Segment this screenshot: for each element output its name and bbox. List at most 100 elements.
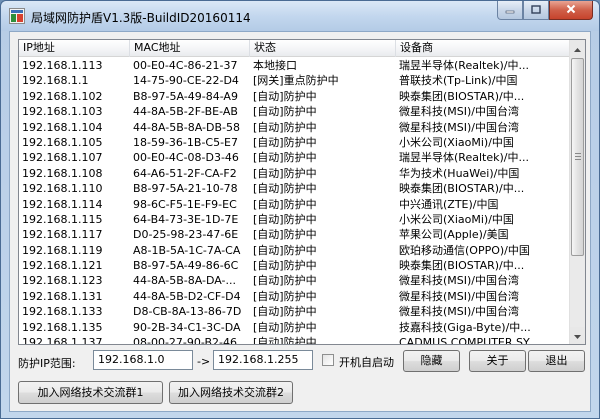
mac-cell: B8-97-5A-21-10-78 [133, 182, 238, 196]
status-cell: [自动]防护中 [253, 289, 317, 303]
scroll-up-button[interactable] [570, 40, 585, 57]
mac-cell: D0-25-98-23-47-6E [133, 228, 239, 242]
status-cell: 本地接口 [253, 59, 297, 72]
autostart-checkbox[interactable] [322, 354, 334, 366]
table-row[interactable]: 192.168.1.105 18-59-36-1B-C5-E7 [自动]防护中 小米公… [19, 135, 571, 150]
mac-cell: B8-97-5A-49-86-6C [133, 259, 239, 273]
vendor-cell: 微星科技(MSI)/中国台湾 [399, 120, 520, 134]
scroll-down-button[interactable] [570, 327, 585, 344]
join-group-1-button[interactable]: 加入网络技术交流群1 [18, 381, 163, 404]
device-list[interactable]: IP地址 MAC地址 状态 设备商 192.168.1.113 00-E0-4C-… [18, 39, 586, 345]
minimize-icon [505, 4, 515, 17]
about-button[interactable]: 关于 [469, 350, 526, 372]
shield-icon [9, 8, 25, 24]
status-cell: [网关]重点防护中 [253, 74, 339, 88]
join-group-2-button[interactable]: 加入网络技术交流群2 [169, 381, 293, 404]
app-window: 局域网防护盾V1.3版-BuildID20160114 IP地址 MAC地址 状… [0, 0, 600, 419]
table-row[interactable]: 192.168.1.117 D0-25-98-23-47-6E [自动]防护中 苹果公… [19, 227, 571, 242]
ip-cell: 192.168.1.131 [22, 289, 103, 303]
ip-range-label: 防护IP范围: [18, 357, 76, 370]
table-row[interactable]: 192.168.1.131 44-8A-5B-D2-CF-D4 [自动]防护中 微星科… [19, 289, 571, 304]
ip-cell: 192.168.1.133 [22, 305, 103, 319]
ip-cell: 192.168.1.114 [22, 197, 103, 211]
mac-cell: 44-8A-5B-2F-BE-AB [133, 105, 238, 119]
table-row[interactable]: 192.168.1.123 44-8A-5B-8A-DA-... [自动]防护中 微星… [19, 273, 571, 288]
mac-cell: 64-B4-73-3E-1D-7E [133, 212, 239, 226]
status-cell: [自动]防护中 [253, 228, 317, 242]
mac-cell: 64-A6-51-2F-CA-F2 [133, 166, 237, 180]
mac-cell: 08-00-27-90-B2-46 [133, 336, 237, 345]
column-header-vendor[interactable]: 设备商 [396, 40, 571, 57]
status-cell: [自动]防护中 [253, 305, 317, 319]
status-cell: [自动]防护中 [253, 120, 317, 134]
mac-cell: B8-97-5A-49-84-A9 [133, 89, 238, 103]
vendor-cell: 微星科技(MSI)/中国台湾 [399, 305, 520, 319]
vertical-scrollbar[interactable] [569, 40, 585, 344]
vendor-cell: 苹果公司(Apple)/美国 [399, 228, 509, 242]
table-row[interactable]: 192.168.1.135 90-2B-34-C1-3C-DA [自动]防护中 技嘉科… [19, 320, 571, 335]
table-row[interactable]: 192.168.1.121 B8-97-5A-49-86-6C [自动]防护中 映泰集… [19, 258, 571, 273]
status-cell: [自动]防护中 [253, 166, 317, 180]
status-cell: [自动]防护中 [253, 274, 317, 288]
table-row[interactable]: 192.168.1.133 D8-CB-8A-13-86-7D [自动]防护中 微星科… [19, 304, 571, 319]
title-bar[interactable]: 局域网防护盾V1.3版-BuildID20160114 [1, 1, 599, 31]
vendor-cell: 中兴通讯(ZTE)/中国 [399, 197, 499, 211]
table-row[interactable]: 192.168.1.113 00-E0-4C-86-21-37 本地接口 瑞昱半导体(… [19, 58, 571, 73]
device-list-body: 192.168.1.113 00-E0-4C-86-21-37 本地接口 瑞昱半导体(… [19, 58, 571, 345]
table-row[interactable]: 192.168.1.115 64-B4-73-3E-1D-7E [自动]防护中 小米公… [19, 212, 571, 227]
status-cell: [自动]防护中 [253, 259, 317, 273]
vendor-cell: 微星科技(MSI)/中国台湾 [399, 274, 520, 288]
scrollbar-thumb[interactable] [571, 58, 584, 256]
ip-cell: 192.168.1.105 [22, 135, 103, 149]
mac-cell: 44-8A-5B-D2-CF-D4 [133, 289, 241, 303]
table-row[interactable]: 192.168.1.110 B8-97-5A-21-10-78 [自动]防护中 映泰集… [19, 181, 571, 196]
status-cell: [自动]防护中 [253, 336, 317, 345]
ip-end-input[interactable]: 192.168.1.255 [213, 350, 313, 370]
mac-cell: 98-6C-F5-1E-F9-EC [133, 197, 237, 211]
vendor-cell: CADMUS COMPUTER SY... [399, 336, 538, 345]
status-cell: [自动]防护中 [253, 212, 317, 226]
status-cell: [自动]防护中 [253, 197, 317, 211]
table-row[interactable]: 192.168.1.104 44-8A-5B-8A-DB-58 [自动]防护中 微星科… [19, 120, 571, 135]
table-row[interactable]: 192.168.1.102 B8-97-5A-49-84-A9 [自动]防护中 映泰集… [19, 89, 571, 104]
table-row[interactable]: 192.168.1.114 98-6C-F5-1E-F9-EC [自动]防护中 中兴通… [19, 197, 571, 212]
column-header-mac[interactable]: MAC地址 [130, 40, 250, 57]
status-cell: [自动]防护中 [253, 320, 317, 334]
table-row[interactable]: 192.168.1.108 64-A6-51-2F-CA-F2 [自动]防护中 华为技… [19, 166, 571, 181]
ip-cell: 192.168.1.1 [22, 74, 89, 88]
exit-button[interactable]: 退出 [528, 350, 585, 372]
mac-cell: D8-CB-8A-13-86-7D [133, 305, 242, 319]
table-row[interactable]: 192.168.1.119 A8-1B-5A-1C-7A-CA [自动]防护中 欧珀移… [19, 243, 571, 258]
window-title: 局域网防护盾V1.3版-BuildID20160114 [31, 11, 251, 25]
ip-cell: 192.168.1.108 [22, 166, 103, 180]
hide-button[interactable]: 隐藏 [403, 350, 460, 372]
table-row[interactable]: 192.168.1.1 14-75-90-CE-22-D4 [网关]重点防护中 普联技… [19, 73, 571, 88]
table-row[interactable]: 192.168.1.103 44-8A-5B-2F-BE-AB [自动]防护中 微星科… [19, 104, 571, 119]
table-row[interactable]: 192.168.1.137 08-00-27-90-B2-46 [自动]防护中 CAD… [19, 335, 571, 345]
maximize-button[interactable] [523, 1, 549, 20]
ip-cell: 192.168.1.104 [22, 120, 103, 134]
ip-cell: 192.168.1.135 [22, 320, 103, 334]
mac-cell: 44-8A-5B-8A-DA-... [133, 274, 237, 288]
close-button[interactable] [549, 1, 593, 20]
table-row[interactable]: 192.168.1.107 00-E0-4C-08-D3-46 [自动]防护中 瑞昱半… [19, 150, 571, 165]
minimize-button[interactable] [497, 1, 523, 20]
status-cell: [自动]防护中 [253, 135, 317, 149]
mac-cell: 00-E0-4C-86-21-37 [133, 59, 238, 72]
status-cell: [自动]防护中 [253, 105, 317, 119]
ip-start-input[interactable]: 192.168.1.0 [93, 350, 193, 370]
column-header-status[interactable]: 状态 [250, 40, 396, 57]
vendor-cell: 微星科技(MSI)/中国台湾 [399, 289, 520, 303]
vendor-cell: 瑞昱半导体(Realtek)/中... [399, 59, 529, 72]
ip-cell: 192.168.1.102 [22, 89, 103, 103]
vendor-cell: 映泰集团(BIOSTAR)/中... [399, 259, 525, 273]
vendor-cell: 小米公司(XiaoMi)/中国 [399, 212, 514, 226]
maximize-icon [531, 4, 541, 17]
ip-cell: 192.168.1.137 [22, 336, 103, 345]
column-header-ip[interactable]: IP地址 [19, 40, 130, 57]
status-cell: [自动]防护中 [253, 182, 317, 196]
vendor-cell: 小米公司(XiaoMi)/中国 [399, 135, 514, 149]
mac-cell: 44-8A-5B-8A-DB-58 [133, 120, 240, 134]
caption-buttons [497, 1, 593, 21]
mac-cell: 18-59-36-1B-C5-E7 [133, 135, 239, 149]
